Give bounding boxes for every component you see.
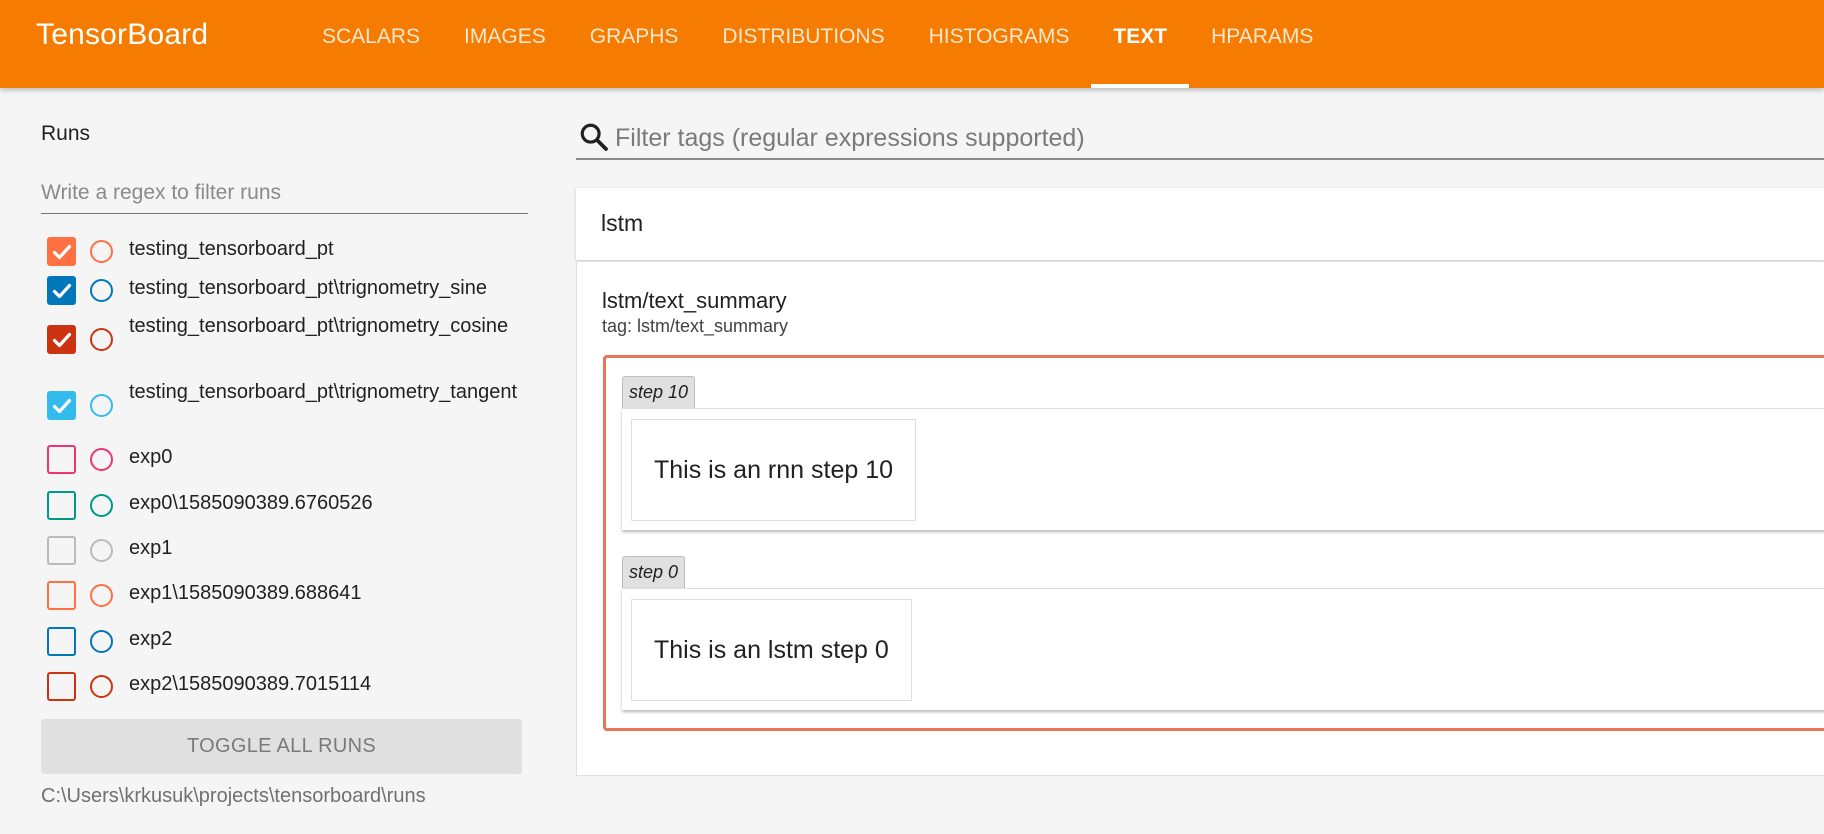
run-checkbox[interactable]: [47, 672, 76, 701]
run-color-radio[interactable]: [90, 240, 113, 263]
run-label: exp0: [129, 446, 173, 468]
run-color-radio[interactable]: [90, 675, 113, 698]
run-color-radio[interactable]: [90, 539, 113, 562]
checkmark-icon: [52, 398, 71, 413]
tab-distributions[interactable]: DISTRIBUTIONS: [700, 0, 906, 88]
app-title: TensorBoard: [36, 18, 209, 51]
checkmark-icon: [52, 283, 71, 298]
run-label: exp1: [129, 537, 173, 559]
toggle-all-runs-button[interactable]: TOGGLE ALL RUNS: [41, 719, 522, 774]
tab-hparams[interactable]: HPARAMS: [1189, 0, 1335, 88]
runs-filter-input[interactable]: [41, 172, 528, 214]
step-panel: This is an rnn step 10: [622, 408, 1824, 530]
tab-graphs[interactable]: GRAPHS: [568, 0, 701, 88]
tab-images[interactable]: IMAGES: [442, 0, 568, 88]
runs-title: Runs: [41, 122, 91, 145]
log-directory: C:\Users\krkusuk\projects\tensorboard\ru…: [41, 785, 426, 807]
run-color-radio[interactable]: [90, 279, 113, 302]
step-entry: step 0 This is an lstm step 0: [622, 556, 1824, 710]
run-checkbox[interactable]: [47, 237, 76, 266]
category-title: lstm: [601, 210, 644, 236]
run-checkbox[interactable]: [47, 581, 76, 610]
tab-histograms[interactable]: HISTOGRAMS: [907, 0, 1092, 88]
run-checkbox[interactable]: [47, 391, 76, 420]
card-tag-line: tag: lstm/text_summary: [602, 316, 789, 336]
run-color-radio[interactable]: [90, 328, 113, 351]
run-label: exp2\1585090389.7015114: [129, 673, 372, 695]
runs-sidebar: Runs testing_tensorboard_pt testing_tens…: [0, 88, 560, 834]
step-text: This is an lstm step 0: [631, 599, 912, 701]
run-color-radio[interactable]: [90, 584, 113, 607]
category-header-lstm[interactable]: lstm: [576, 188, 1824, 260]
step-text: This is an rnn step 10: [631, 419, 917, 521]
run-checkbox[interactable]: [47, 536, 76, 565]
text-summary-card: step 10 This is an rnn step 10 step 0 Th…: [603, 355, 1824, 731]
run-label: testing_tensorboard_pt\trignometry_cosin…: [129, 315, 509, 337]
run-color-radio[interactable]: [90, 494, 113, 517]
run-label: exp0\1585090389.6760526: [129, 492, 373, 514]
run-color-radio[interactable]: [90, 394, 113, 417]
run-checkbox[interactable]: [47, 627, 76, 656]
search-icon: [580, 123, 608, 151]
run-label: testing_tensorboard_pt\trignometry_tange…: [129, 381, 518, 403]
dashboard-tabs: SCALARS IMAGES GRAPHS DISTRIBUTIONS HIST…: [300, 0, 1335, 88]
tag-filter-input[interactable]: [615, 118, 1824, 158]
tab-text[interactable]: TEXT: [1091, 0, 1189, 88]
step-badge: step 0: [622, 556, 686, 588]
step-entry: step 10 This is an rnn step 10: [622, 376, 1824, 530]
tab-scalars[interactable]: SCALARS: [300, 0, 442, 88]
checkmark-icon: [52, 244, 71, 259]
top-app-bar: TensorBoard SCALARS IMAGES GRAPHS DISTRI…: [0, 0, 1824, 88]
run-label: testing_tensorboard_pt: [129, 238, 334, 260]
run-checkbox[interactable]: [47, 491, 76, 520]
run-label: exp2: [129, 628, 173, 650]
run-checkbox[interactable]: [47, 325, 76, 354]
checkmark-icon: [52, 332, 71, 347]
run-label: testing_tensorboard_pt\trignometry_sine: [129, 277, 487, 299]
run-color-radio[interactable]: [90, 448, 113, 471]
tag-filter-underline: [576, 158, 1824, 160]
run-label: exp1\1585090389.688641: [129, 582, 362, 604]
run-checkbox[interactable]: [47, 445, 76, 474]
main-content: lstm lstm/text_summary tag: lstm/text_su…: [560, 88, 1824, 834]
step-panel: This is an lstm step 0: [622, 588, 1824, 710]
run-color-radio[interactable]: [90, 630, 113, 653]
card-title: lstm/text_summary: [602, 288, 787, 313]
category-pane: lstm/text_summary tag: lstm/text_summary…: [576, 261, 1824, 776]
run-checkbox[interactable]: [47, 276, 76, 305]
step-badge: step 10: [622, 376, 696, 408]
